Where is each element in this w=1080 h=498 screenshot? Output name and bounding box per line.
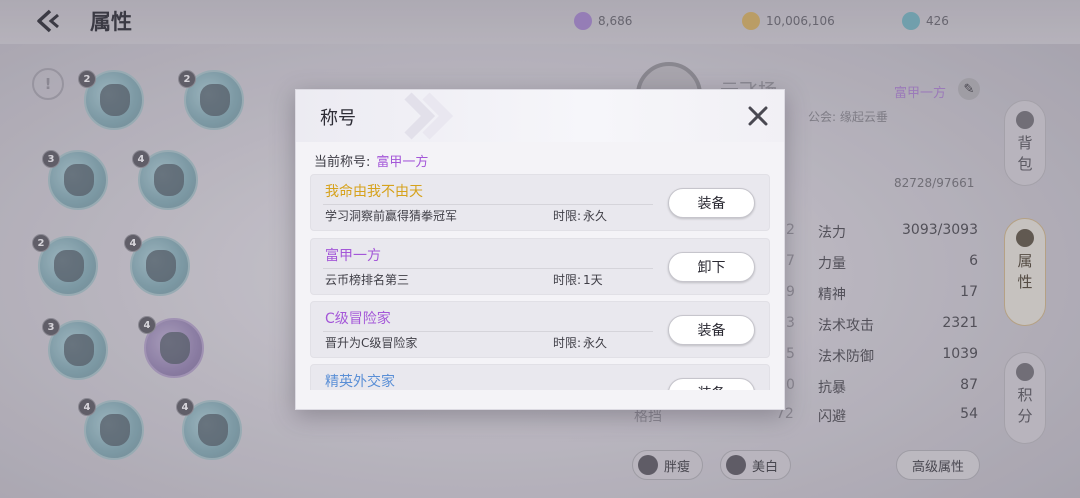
header-decoration-icon [404,92,454,140]
divider [323,331,653,332]
title-name: 富甲一方 [325,248,381,264]
limit-value: 永久 [583,209,608,223]
divider [323,268,653,269]
unequip-button[interactable]: 卸下 [668,252,755,282]
equip-button[interactable]: 装备 [668,378,755,390]
divider [323,204,653,205]
limit-label: 时限: [553,273,582,287]
dialog-title: 称号 [320,108,356,129]
title-name: C级冒险家 [325,311,391,327]
title-card: 富甲一方 云币榜排名第三 时限: 1天 卸下 [310,238,770,295]
title-card: C级冒险家 晋升为C级冒险家 时限: 永久 装备 [310,301,770,358]
limit-label: 时限: [553,336,582,350]
title-card: 精英外交家 装备 [310,364,770,390]
dialog-header: 称号 [296,90,784,142]
close-icon[interactable] [744,102,772,130]
current-title-line: 当前称号: 富甲一方 [314,151,428,170]
current-title-label: 当前称号: [314,155,371,170]
title-time-limit: 时限: 永久 [553,334,607,351]
equip-button[interactable]: 装备 [668,188,755,218]
title-description: 晋升为C级冒险家 [325,336,418,350]
equip-button[interactable]: 装备 [668,315,755,345]
title-name: 我命由我不由天 [325,184,423,200]
limit-value: 1天 [583,273,603,287]
title-dialog: 称号 当前称号: 富甲一方 我命由我不由天 学习洞察前赢得猜拳冠军 时限: 永久 装… [295,89,785,410]
limit-value: 永久 [583,336,608,350]
limit-label: 时限: [553,209,582,223]
title-description: 云币榜排名第三 [325,273,410,287]
title-description: 学习洞察前赢得猜拳冠军 [325,209,458,223]
title-list[interactable]: 我命由我不由天 学习洞察前赢得猜拳冠军 时限: 永久 装备 富甲一方 云币榜排名第… [310,174,770,390]
title-time-limit: 时限: 永久 [553,207,607,224]
title-time-limit: 时限: 1天 [553,271,603,288]
title-name: 精英外交家 [325,374,395,390]
current-title-value: 富甲一方 [376,155,429,170]
title-card: 我命由我不由天 学习洞察前赢得猜拳冠军 时限: 永久 装备 [310,174,770,231]
